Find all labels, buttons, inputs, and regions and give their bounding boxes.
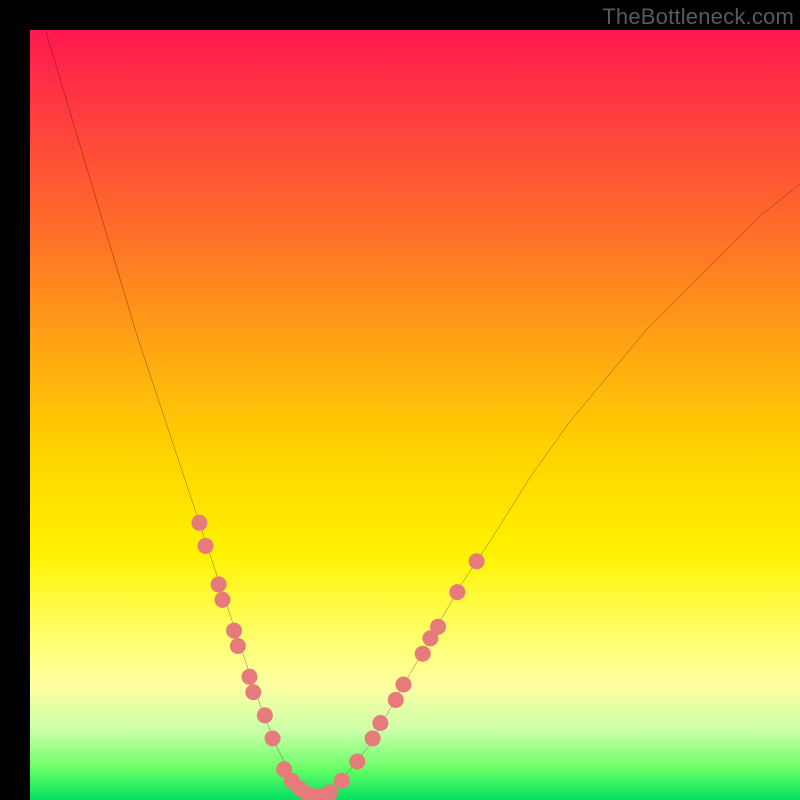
plot-area xyxy=(30,30,800,800)
highlight-dot xyxy=(226,623,242,639)
highlight-dot xyxy=(322,784,338,800)
curve-svg xyxy=(30,30,800,800)
chart-frame: TheBottleneck.com xyxy=(0,0,800,800)
highlight-dot xyxy=(365,730,381,746)
highlight-dot xyxy=(198,538,214,554)
highlight-dot xyxy=(211,576,227,592)
highlight-dot xyxy=(230,638,246,654)
highlight-dot xyxy=(372,715,388,731)
watermark-label: TheBottleneck.com xyxy=(602,4,794,30)
highlight-dot xyxy=(265,730,281,746)
highlight-dot xyxy=(245,684,261,700)
highlight-dots-group xyxy=(191,515,484,800)
highlight-dot xyxy=(191,515,207,531)
highlight-dot xyxy=(415,646,431,662)
bottleneck-curve xyxy=(45,30,800,800)
highlight-dot xyxy=(214,592,230,608)
highlight-dot xyxy=(334,773,350,789)
highlight-dot xyxy=(430,619,446,635)
highlight-dot xyxy=(388,692,404,708)
highlight-dot xyxy=(241,669,257,685)
highlight-dot xyxy=(257,707,273,723)
highlight-dot xyxy=(395,676,411,692)
highlight-dot xyxy=(469,553,485,569)
highlight-dot xyxy=(449,584,465,600)
highlight-dot xyxy=(349,753,365,769)
